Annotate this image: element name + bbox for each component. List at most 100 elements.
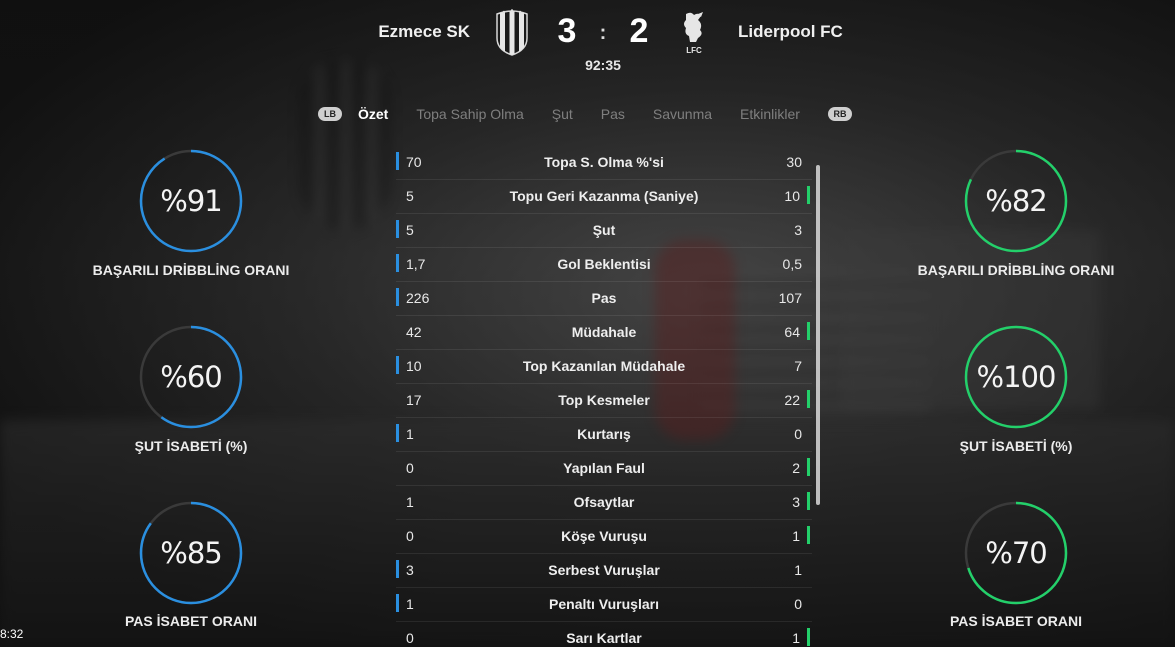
- stat-name: Ofsaytlar: [573, 494, 635, 510]
- stat-away-value: 1: [794, 562, 802, 578]
- away-pass-accuracy-value: %70: [985, 536, 1047, 570]
- away-dribbling-label: BAŞARILI DRİBBLİNG ORANI: [917, 262, 1115, 278]
- stat-row: 5 Topu Geri Kazanma (Saniye) 10: [396, 180, 812, 214]
- stats-scrollbar[interactable]: [816, 165, 820, 505]
- stat-home-value: 0: [406, 460, 414, 476]
- stat-home-value: 1,7: [406, 256, 426, 272]
- stat-row: 3 Serbest Vuruşlar 1: [396, 554, 812, 588]
- home-pass-accuracy-value: %85: [160, 536, 222, 570]
- away-team-name: Liderpool FC: [738, 22, 843, 41]
- lb-bumper-icon[interactable]: LB: [318, 107, 342, 121]
- stat-row: 0 Sarı Kartlar 1: [396, 622, 812, 647]
- home-leader-marker: [396, 220, 399, 238]
- away-shot-accuracy-value: %100: [976, 360, 1057, 394]
- home-leader-marker: [396, 594, 399, 612]
- home-pass-accuracy-label: PAS İSABET ORANI: [125, 613, 257, 629]
- away-shot-accuracy-ring: %100: [961, 322, 1071, 432]
- away-leader-marker: [807, 526, 810, 544]
- stat-away-value: 2: [792, 460, 800, 476]
- stat-away-value: 7: [794, 358, 802, 374]
- stat-away-value: 107: [778, 290, 802, 306]
- stat-home-value: 5: [406, 222, 414, 238]
- stat-name: Pas: [591, 290, 617, 306]
- tab-topa-sahip-olma[interactable]: Topa Sahip Olma: [416, 106, 523, 122]
- away-leader-marker: [807, 492, 810, 510]
- stat-away-value: 10: [784, 188, 800, 204]
- away-pass-accuracy-ring: %70: [961, 498, 1071, 608]
- away-dribbling-value: %82: [985, 184, 1047, 218]
- home-shot-accuracy-ring: %60: [136, 322, 246, 432]
- stat-home-value: 3: [406, 562, 414, 578]
- stat-home-value: 10: [406, 358, 422, 374]
- home-leader-marker: [396, 356, 399, 374]
- home-leader-marker: [396, 254, 399, 272]
- stat-name: Köşe Vuruşu: [561, 528, 647, 544]
- stat-away-value: 30: [786, 154, 802, 170]
- stat-row: 5 Şut 3: [396, 214, 812, 248]
- stat-away-value: 64: [784, 324, 800, 340]
- stat-home-value: 226: [406, 290, 430, 306]
- stat-home-value: 0: [406, 630, 414, 646]
- stat-away-value: 1: [792, 528, 800, 544]
- stat-name: Müdahale: [571, 324, 637, 340]
- stat-away-value: 0,5: [782, 256, 802, 272]
- stat-home-value: 1: [406, 596, 414, 612]
- away-crest-text: LFC: [686, 46, 702, 55]
- tab-savunma[interactable]: Savunma: [653, 106, 712, 122]
- stat-name: Şut: [592, 222, 616, 238]
- stat-name: Topu Geri Kazanma (Saniye): [509, 188, 699, 204]
- away-leader-marker: [807, 390, 810, 408]
- away-pass-accuracy-label: PAS İSABET ORANI: [950, 613, 1082, 629]
- away-leader-marker: [807, 458, 810, 476]
- stat-name: Gol Beklentisi: [557, 256, 651, 272]
- corner-timestamp: 8:32: [0, 627, 24, 641]
- stat-row: 42 Müdahale 64: [396, 316, 812, 350]
- stat-home-value: 5: [406, 188, 414, 204]
- stat-away-value: 0: [794, 596, 802, 612]
- stat-name: Yapılan Faul: [563, 460, 645, 476]
- scoreboard: Ezmece SK 3 : 2 LFC Liderpool FC 92:35: [0, 0, 1175, 80]
- tab-ozet[interactable]: Özet: [358, 106, 388, 122]
- away-dribbling-ring: %82: [961, 146, 1071, 256]
- tab-etkinlikler[interactable]: Etkinlikler: [740, 106, 800, 122]
- match-clock: 92:35: [585, 57, 621, 73]
- stat-away-value: 22: [784, 392, 800, 408]
- away-score: 2: [629, 12, 649, 50]
- stat-name: Sarı Kartlar: [566, 630, 642, 646]
- home-shot-accuracy-value: %60: [160, 360, 222, 394]
- home-leader-marker: [396, 560, 399, 578]
- stat-row: 10 Top Kazanılan Müdahale 7: [396, 350, 812, 384]
- stat-row: 1,7 Gol Beklentisi 0,5: [396, 248, 812, 282]
- away-leader-marker: [807, 186, 810, 204]
- stat-row: 0 Yapılan Faul 2: [396, 452, 812, 486]
- tab-sut[interactable]: Şut: [552, 106, 573, 122]
- match-stats-screen: Ezmece SK 3 : 2 LFC Liderpool FC 92:35 L…: [0, 0, 1175, 647]
- score-separator: :: [599, 22, 607, 44]
- stat-row: 1 Penaltı Vuruşları 0: [396, 588, 812, 622]
- away-leader-marker: [807, 628, 810, 646]
- stat-home-value: 17: [406, 392, 422, 408]
- stat-name: Topa S. Olma %'si: [544, 154, 664, 170]
- tab-pas[interactable]: Pas: [601, 106, 625, 122]
- stats-table[interactable]: 70 Topa S. Olma %'si 30 5 Topu Geri Kazanma …: [396, 146, 812, 647]
- stat-away-value: 3: [794, 222, 802, 238]
- stats-tab-bar: LB Özet Topa Sahip Olma Şut Pas Savunma …: [318, 103, 852, 125]
- stat-name: Top Kazanılan Müdahale: [522, 358, 686, 374]
- stat-home-value: 1: [406, 426, 414, 442]
- stat-row: 1 Ofsaytlar 3: [396, 486, 812, 520]
- home-leader-marker: [396, 152, 399, 170]
- away-team-crest-icon: LFC: [676, 10, 712, 56]
- away-leader-marker: [807, 322, 810, 340]
- away-shot-accuracy-label: ŞUT İSABETİ (%): [959, 438, 1073, 454]
- home-team-crest-icon: [494, 8, 530, 56]
- home-pass-accuracy-ring: %85: [136, 498, 246, 608]
- stat-home-value: 0: [406, 528, 414, 544]
- stat-home-value: 70: [406, 154, 422, 170]
- stat-row: 1 Kurtarış 0: [396, 418, 812, 452]
- home-dribbling-label: BAŞARILI DRİBBLİNG ORANI: [92, 262, 290, 278]
- home-score: 3: [557, 12, 577, 50]
- stat-away-value: 1: [792, 630, 800, 646]
- stat-name: Top Kesmeler: [558, 392, 650, 408]
- home-dribbling-value: %91: [160, 184, 222, 218]
- rb-bumper-icon[interactable]: RB: [827, 107, 852, 121]
